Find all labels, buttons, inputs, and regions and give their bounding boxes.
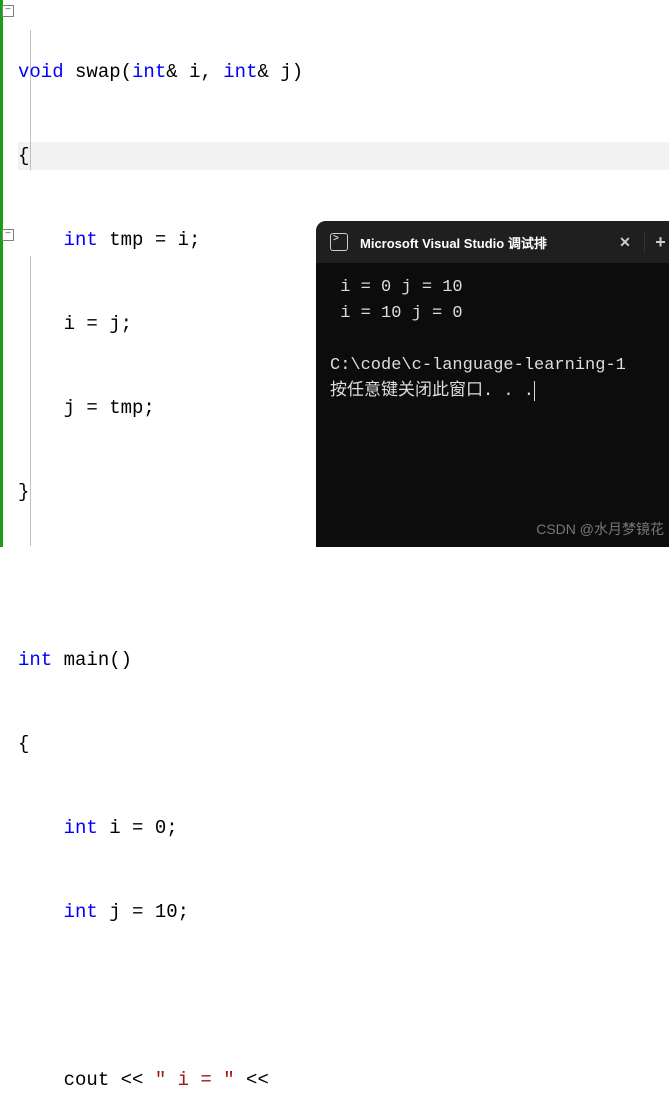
code-span: i = 0;: [98, 817, 178, 839]
code-span: & j): [257, 61, 303, 83]
code-span: [18, 901, 64, 923]
code-span: <<: [235, 1069, 269, 1091]
output-line: i = 10 j = 0: [330, 304, 463, 323]
keyword: int: [223, 61, 257, 83]
console-title: Microsoft Visual Studio 调试排: [360, 233, 606, 252]
code-span: j = tmp;: [18, 397, 155, 419]
code-text[interactable]: void swap(int& i, int& j) { int tmp = i;…: [18, 2, 303, 1094]
keyword: int: [64, 229, 98, 251]
code-span: {: [18, 733, 29, 755]
output-line: 按任意键关闭此窗口. . .: [330, 382, 534, 401]
code-span: main(): [52, 649, 132, 671]
string-literal: " i = ": [155, 1069, 235, 1091]
console-titlebar[interactable]: Microsoft Visual Studio 调试排 ✕ +: [316, 221, 669, 263]
output-line: i = 0 j = 10: [330, 278, 463, 297]
fold-toggle-icon[interactable]: [2, 229, 14, 241]
change-marker: [0, 0, 3, 547]
output-line: C:\code\c-language-learning-1: [330, 356, 626, 375]
code-span: & i,: [166, 61, 223, 83]
keyword: void: [18, 61, 64, 83]
fold-toggle-icon[interactable]: [2, 5, 14, 17]
code-span: i = j;: [18, 313, 132, 335]
editor-gutter: [0, 0, 16, 547]
code-span: [18, 817, 64, 839]
code-span: {: [18, 145, 29, 167]
code-span: [18, 229, 64, 251]
code-span: cout <<: [18, 1069, 155, 1091]
code-span: }: [18, 481, 29, 503]
code-span: tmp = i;: [98, 229, 201, 251]
code-span: j = 10;: [98, 901, 189, 923]
text-cursor: [534, 381, 535, 401]
watermark-text: CSDN @水月梦镜花: [536, 519, 664, 539]
close-icon[interactable]: ✕: [614, 234, 636, 251]
keyword: int: [18, 649, 52, 671]
keyword: int: [132, 61, 166, 83]
new-tab-icon[interactable]: +: [644, 232, 666, 253]
code-span: swap(: [64, 61, 132, 83]
terminal-icon: [330, 233, 348, 251]
keyword: int: [64, 817, 98, 839]
console-output[interactable]: i = 0 j = 10 i = 10 j = 0 C:\code\c-lang…: [316, 263, 669, 417]
keyword: int: [64, 901, 98, 923]
debug-console-window: Microsoft Visual Studio 调试排 ✕ + i = 0 j …: [316, 221, 669, 547]
